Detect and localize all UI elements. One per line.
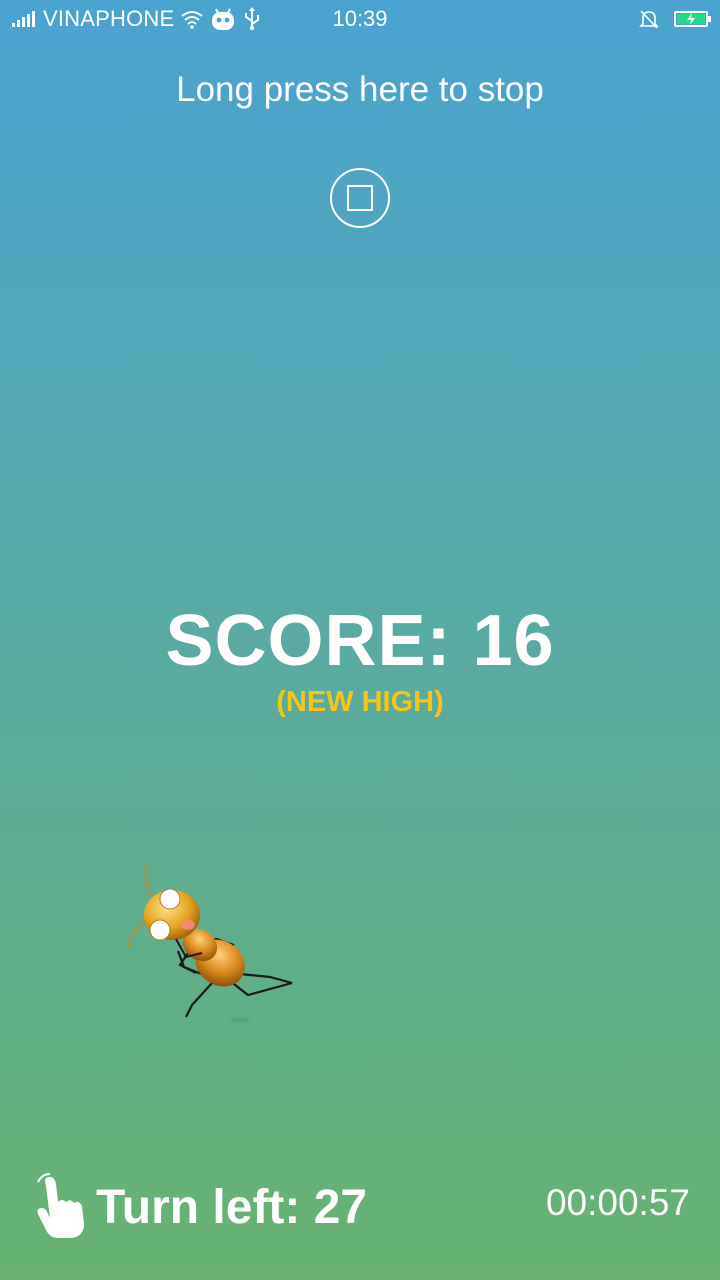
mute-bell-icon bbox=[639, 10, 659, 29]
battery-charging-icon bbox=[674, 11, 711, 27]
status-right bbox=[638, 0, 711, 38]
tap-hand-icon bbox=[37, 1173, 84, 1238]
score-display: SCORE: 16 bbox=[165, 601, 555, 681]
turn-left-text: Turn left: 27 bbox=[96, 1180, 368, 1234]
game-timer: 00:00:57 bbox=[545, 1182, 690, 1223]
stop-button[interactable] bbox=[330, 168, 390, 228]
stop-hint-text[interactable]: Long press here to stop bbox=[0, 70, 720, 110]
turn-left-counter: Turn left: 27 bbox=[32, 1172, 367, 1242]
status-time: 10:39 bbox=[332, 6, 388, 31]
bug-character[interactable] bbox=[120, 855, 310, 1035]
stop-icon bbox=[347, 185, 373, 211]
status-bar: VINAPHONE 10:39 bbox=[0, 0, 720, 38]
new-high-badge: (NEW HIGH) bbox=[276, 686, 444, 718]
